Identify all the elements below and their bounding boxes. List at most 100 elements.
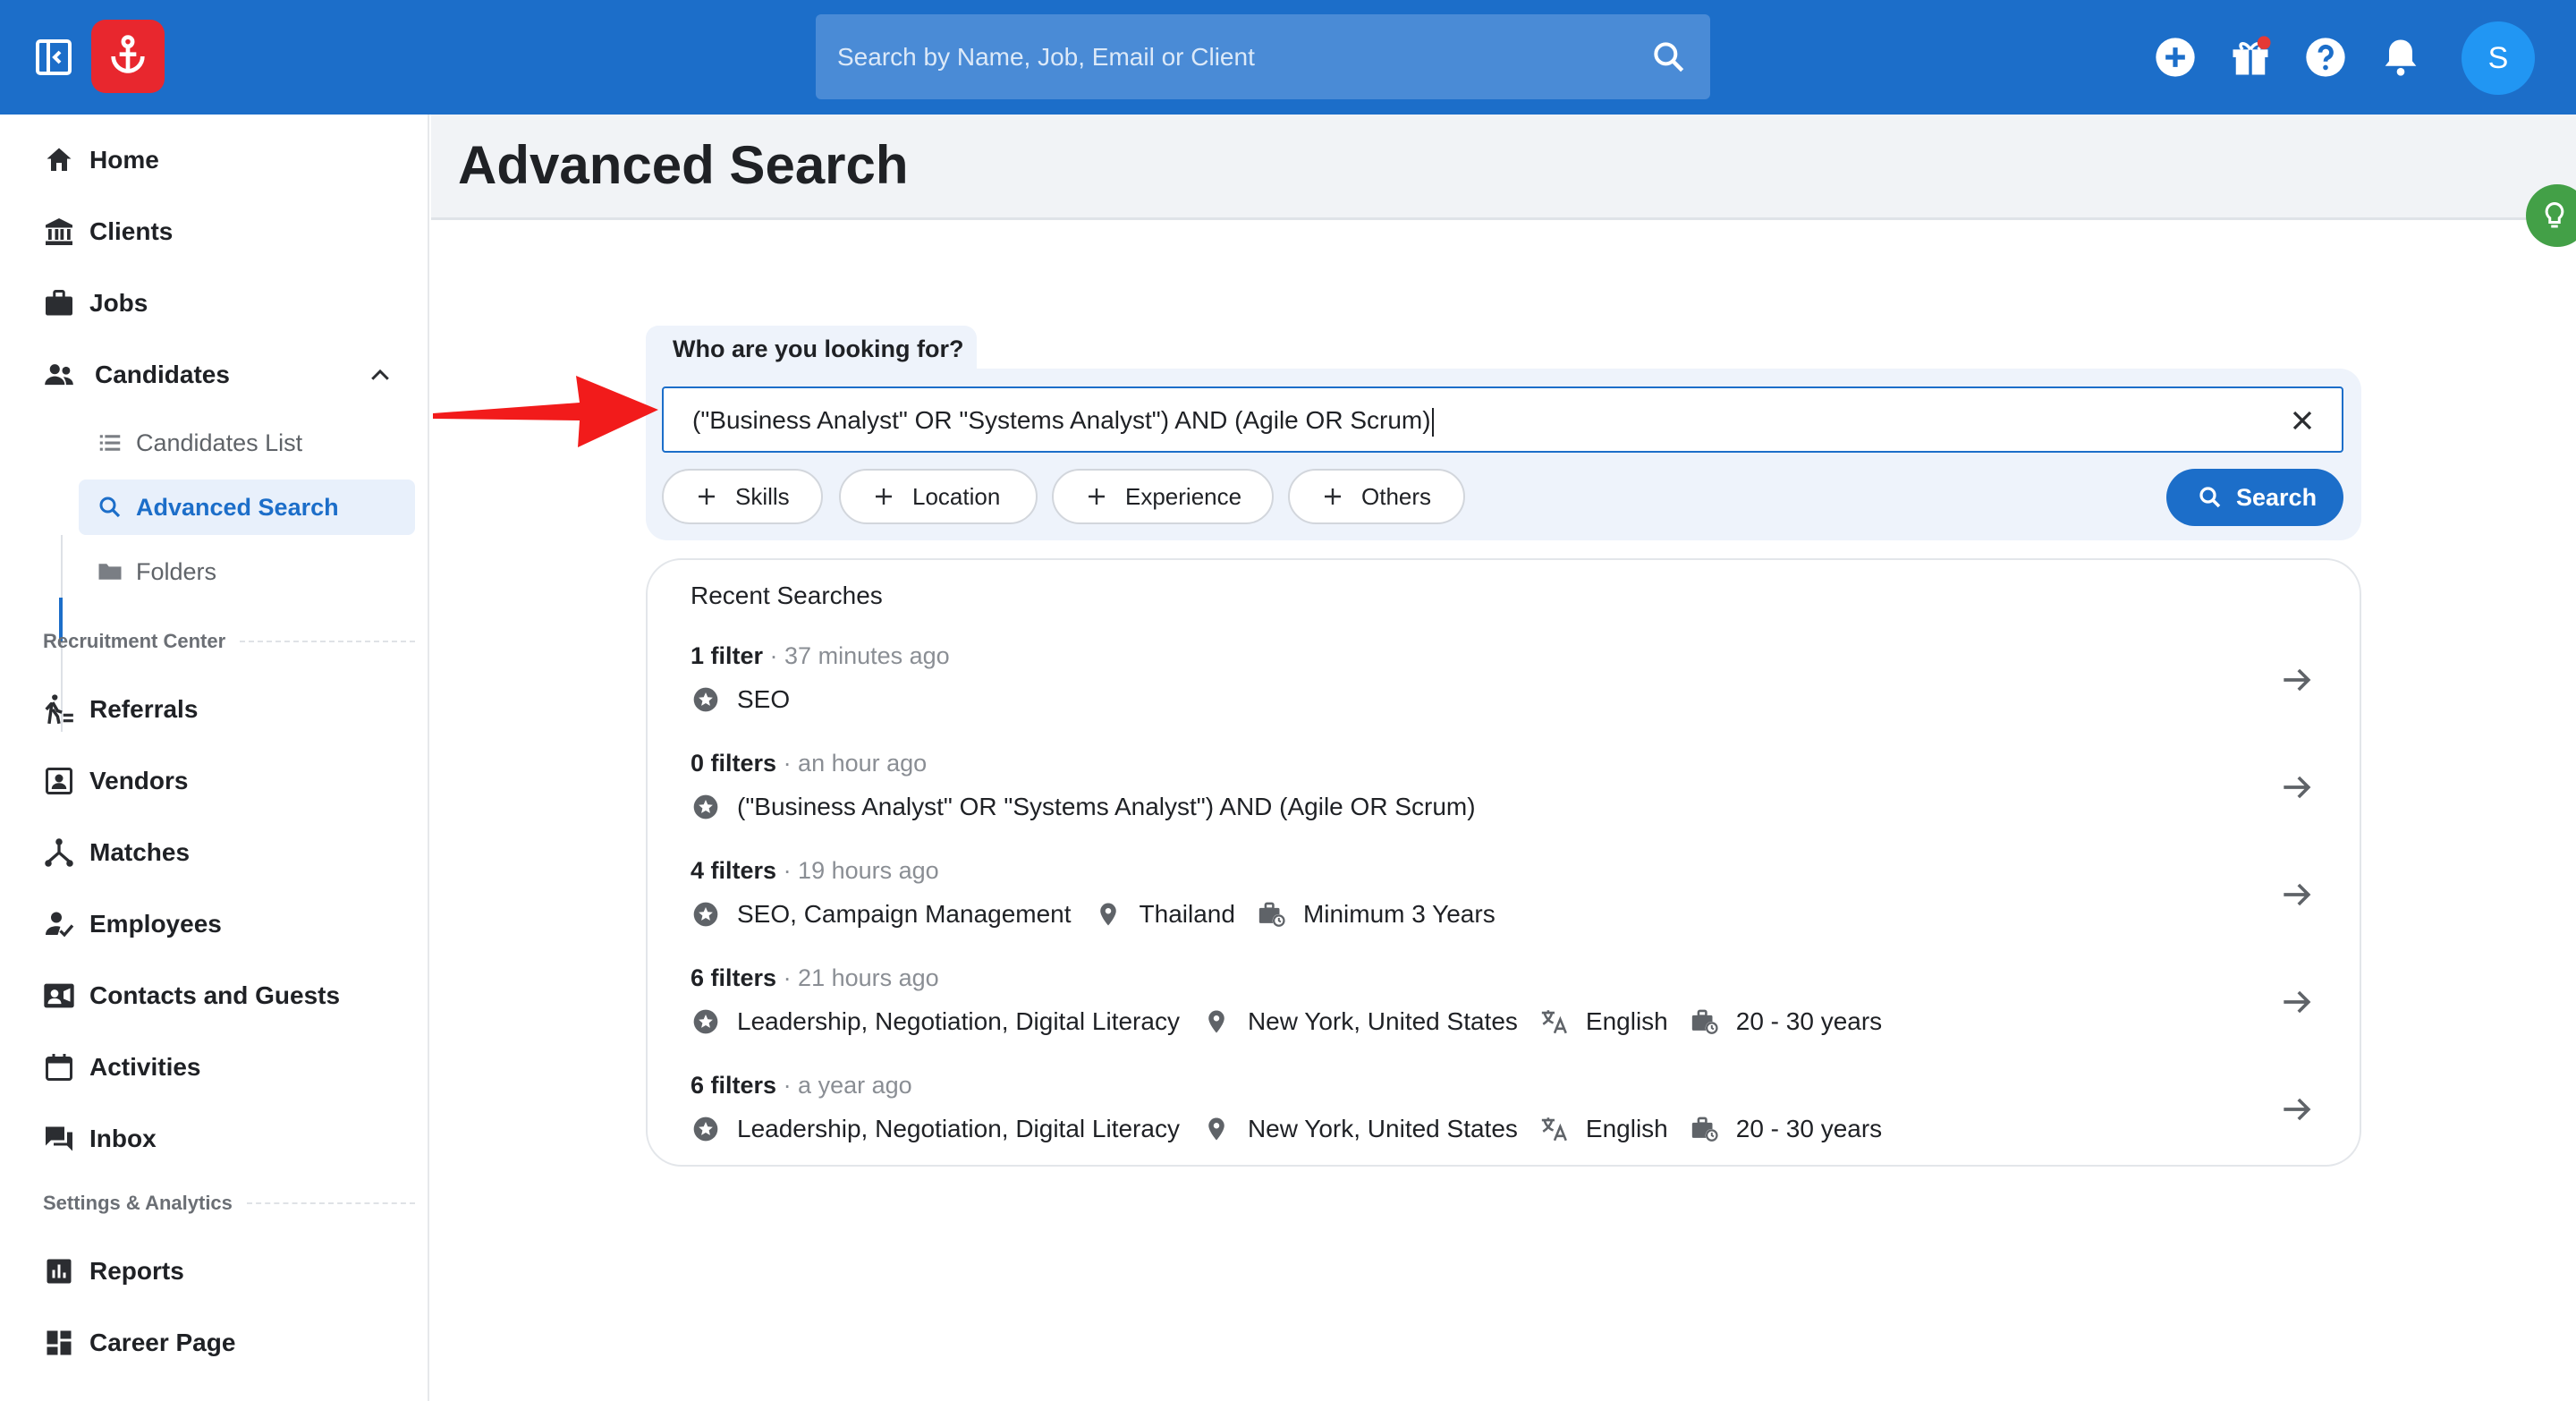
sidebar-item-matches[interactable]: Matches [0,821,429,884]
plus-icon [876,488,892,505]
section-title-text: Recruitment Center [43,630,226,652]
lightbulb-help-icon[interactable] [2526,184,2576,247]
people-icon [41,357,77,393]
calendar-icon [41,1049,77,1085]
recent-search-row[interactable]: 6 filters · 21 hours ago Leadership, Neg… [648,955,2363,1063]
arrow-right-icon[interactable] [2277,768,2317,807]
sidebar-item-clients[interactable]: Clients [0,200,429,263]
gift-icon[interactable] [2227,34,2274,81]
sidebar-item-inbox[interactable]: Inbox [0,1108,429,1170]
arrow-right-icon[interactable] [2277,875,2317,914]
app-logo[interactable] [91,20,165,93]
sidebar-item-candidates[interactable]: Candidates [0,344,429,406]
chip-label: Location [912,482,1001,510]
user-avatar[interactable]: S [2462,21,2535,95]
recent-search-row[interactable]: 4 filters · 19 hours ago SEO, Campaign M… [648,848,2363,955]
star-badge-icon [691,899,721,930]
search-skills: Leadership, Negotiation, Digital Literac… [737,1007,1180,1035]
star-badge-icon [691,1006,721,1037]
forum-icon [41,1121,77,1157]
sidebar-toggle-icon[interactable] [32,36,75,79]
sidebar-item-label: Matches [89,838,191,866]
global-search[interactable] [816,14,1710,99]
search-location: Thailand [1139,900,1235,928]
page-header: Advanced Search [431,115,2576,220]
merge-icon [41,835,77,870]
add-circle-icon[interactable] [2152,34,2199,81]
location-pin-icon [1201,1114,1232,1144]
sidebar-item-label: Career Page [89,1329,236,1356]
skills-chip[interactable]: Skills [662,469,823,524]
arrow-right-icon[interactable] [2277,982,2317,1022]
arrow-right-icon[interactable] [2277,1090,2317,1129]
search-panel: ("Business Analyst" OR "Systems Analyst"… [646,369,2361,540]
folder-icon [95,556,125,587]
search-time: · a year ago [783,1072,912,1099]
home-icon [41,142,77,178]
sidebar-item-label: Inbox [89,1125,157,1152]
recent-search-row[interactable]: 1 filter · 37 minutes ago SEO [648,633,2363,741]
sidebar-item-referrals[interactable]: Referrals [0,678,429,741]
referral-walk-icon [41,692,77,727]
clear-icon[interactable] [2286,404,2318,437]
sidebar-item-label: Folders [136,557,217,585]
search-skills: Leadership, Negotiation, Digital Literac… [737,1115,1180,1142]
experience-chip[interactable]: Experience [1052,469,1274,524]
sidebar-item-label: Contacts and Guests [89,981,341,1009]
sidebar-item-activities[interactable]: Activities [0,1036,429,1099]
chevron-up-icon[interactable] [367,362,394,394]
notifications-bell-icon[interactable] [2377,34,2424,81]
work-history-icon [1257,899,1287,930]
query-text: ("Business Analyst" OR "Systems Analyst"… [692,406,1431,434]
sidebar-item-candidates-list[interactable]: Candidates List [79,415,415,471]
bar-chart-icon [41,1253,77,1289]
query-input[interactable]: ("Business Analyst" OR "Systems Analyst"… [662,386,2343,453]
star-badge-icon [691,1114,721,1144]
chip-label: Others [1361,482,1432,510]
search-language: English [1585,1115,1668,1142]
location-chip[interactable]: Location [839,469,1038,524]
search-experience: Minimum 3 Years [1302,900,1496,928]
sidebar-item-advanced-search[interactable]: Advanced Search [79,480,415,535]
sidebar-item-folders[interactable]: Folders [79,544,415,599]
search-experience: 20 - 30 years [1735,1007,1883,1035]
help-icon[interactable] [2302,34,2349,81]
sidebar-item-label: Activities [89,1053,201,1081]
sidebar-item-label: Jobs [89,289,148,317]
arrow-right-icon[interactable] [2277,660,2317,700]
section-title-text: Settings & Analytics [43,1192,233,1214]
video-contact-icon [41,978,77,1014]
sidebar-item-label: Referrals [89,695,199,723]
recent-search-row[interactable]: 0 filters · an hour ago ("Business Analy… [648,741,2363,848]
sidebar-item-employees[interactable]: Employees [0,893,429,955]
sidebar-item-career-page[interactable]: Career Page [0,1312,429,1374]
sidebar-item-jobs[interactable]: Jobs [0,272,429,335]
search-icon [95,492,125,522]
others-chip[interactable]: Others [1288,469,1465,524]
search-location: New York, United States [1247,1115,1518,1142]
location-pin-icon [1201,1006,1232,1037]
sidebar-item-label: Employees [89,910,222,938]
search-skills: ("Business Analyst" OR "Systems Analyst"… [737,793,1476,820]
sidebar-item-vendors[interactable]: Vendors [0,750,429,812]
search-location: New York, United States [1247,1007,1518,1035]
avatar-initial: S [2487,40,2509,75]
page-title: Advanced Search [458,135,909,195]
search-button[interactable]: Search [2166,469,2343,526]
sidebar-item-home[interactable]: Home [0,129,429,191]
sidebar-item-label: Candidates List [136,429,303,456]
recent-search-row[interactable]: 6 filters · a year ago Leadership, Negot… [648,1063,2363,1170]
search-button-label: Search [2236,483,2318,511]
global-search-input[interactable] [837,14,1624,99]
person-check-icon [41,906,77,942]
sidebar-item-label: Reports [89,1257,184,1285]
search-icon[interactable] [1649,38,1689,77]
sidebar-item-reports[interactable]: Reports [0,1240,429,1303]
filter-count: 6 filters [691,1072,777,1099]
sidebar-item-contacts[interactable]: Contacts and Guests [0,964,429,1027]
sidebar-item-label: Advanced Search [136,493,339,521]
annotation-arrow-icon [433,376,658,447]
sidebar-item-label: Candidates [95,361,230,388]
section-title-recruitment: Recruitment Center [43,630,415,653]
plus-icon [1089,488,1105,505]
